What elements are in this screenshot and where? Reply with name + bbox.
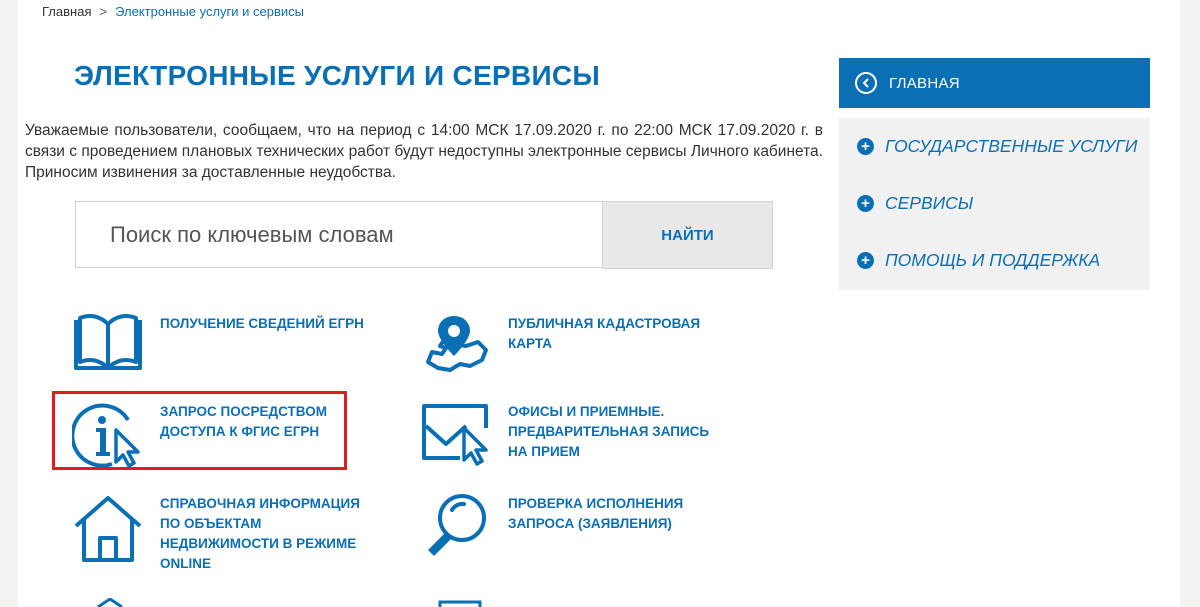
plus-circle-icon: +: [857, 195, 874, 212]
maintenance-notice: Уважаемые пользователи, сообщаем, что на…: [25, 122, 823, 181]
map-pin-icon: [426, 316, 488, 372]
sidebar-main-label: ГЛАВНАЯ: [889, 74, 960, 92]
house-icon: [74, 496, 142, 562]
service-realty-reference[interactable]: СПРАВОЧНАЯ ИНФОРМАЦИЯ ПО ОБЪЕКТАМ НЕДВИЖ…: [72, 492, 370, 574]
plus-circle-icon: +: [857, 252, 874, 269]
service-cadastral-map-label[interactable]: ПУБЛИЧНАЯ КАДАСТРОВАЯ КАРТА: [508, 314, 708, 354]
breadcrumb-current-link[interactable]: Электронные услуги и сервисы: [115, 4, 304, 19]
service-request-status[interactable]: ПРОВЕРКА ИСПОЛНЕНИЯ ЗАПРОСА (ЗАЯВЛЕНИЯ): [420, 492, 708, 564]
sidebar-item-services[interactable]: + СЕРВИСЫ: [839, 175, 1150, 232]
sidebar-item-label: СЕРВИСЫ: [885, 193, 974, 213]
service-egrn-info-label[interactable]: ПОЛУЧЕНИЕ СВЕДЕНИЙ ЕГРН: [160, 314, 380, 334]
page: Главная > Электронные услуги и сервисы Э…: [18, 0, 1180, 607]
breadcrumb-home-link[interactable]: Главная: [42, 4, 91, 19]
service-egrn-info[interactable]: ПОЛУЧЕНИЕ СВЕДЕНИЙ ЕГРН: [72, 312, 380, 384]
sidebar-item-label: ГОСУДАРСТВЕННЫЕ УСЛУГИ: [885, 136, 1138, 156]
chevron-left-icon: [855, 72, 877, 94]
service-offices-appointment[interactable]: ОФИСЫ И ПРИЕМНЫЕ. ПРЕДВАРИТЕЛЬНАЯ ЗАПИСЬ…: [420, 400, 728, 472]
service-offices-appointment-label[interactable]: ОФИСЫ И ПРИЕМНЫЕ. ПРЕДВАРИТЕЛЬНАЯ ЗАПИСЬ…: [508, 402, 728, 462]
partial-icon: [97, 598, 123, 607]
page-title: ЭЛЕКТРОННЫЕ УСЛУГИ И СЕРВИСЫ: [74, 60, 601, 91]
search-button[interactable]: НАЙТИ: [602, 201, 773, 269]
partial-icon: [438, 600, 482, 607]
magnifier-icon: [428, 494, 486, 556]
service-realty-reference-label[interactable]: СПРАВОЧНАЯ ИНФОРМАЦИЯ ПО ОБЪЕКТАМ НЕДВИЖ…: [160, 494, 370, 574]
breadcrumb-separator: >: [99, 4, 108, 19]
envelope-cursor-icon: [422, 404, 488, 466]
sidebar-item-gov-services[interactable]: + ГОСУДАРСТВЕННЫЕ УСЛУГИ: [839, 118, 1150, 175]
sidebar-item-help[interactable]: + ПОМОЩЬ И ПОДДЕРЖКА: [839, 232, 1150, 289]
sidebar-main-link[interactable]: ГЛАВНАЯ: [839, 58, 1150, 108]
service-cadastral-map[interactable]: ПУБЛИЧНАЯ КАДАСТРОВАЯ КАРТА: [420, 312, 708, 384]
sidebar-item-label: ПОМОЩЬ И ПОДДЕРЖКА: [885, 250, 1101, 270]
highlight-frame: [52, 391, 347, 470]
plus-circle-icon: +: [857, 138, 874, 155]
service-request-status-label[interactable]: ПРОВЕРКА ИСПОЛНЕНИЯ ЗАПРОСА (ЗАЯВЛЕНИЯ): [508, 494, 708, 534]
book-icon: [74, 314, 142, 370]
sidebar-menu: + ГОСУДАРСТВЕННЫЕ УСЛУГИ + СЕРВИСЫ + ПОМ…: [839, 118, 1150, 290]
breadcrumb: Главная > Электронные услуги и сервисы: [42, 4, 304, 19]
search-input[interactable]: [75, 201, 604, 268]
